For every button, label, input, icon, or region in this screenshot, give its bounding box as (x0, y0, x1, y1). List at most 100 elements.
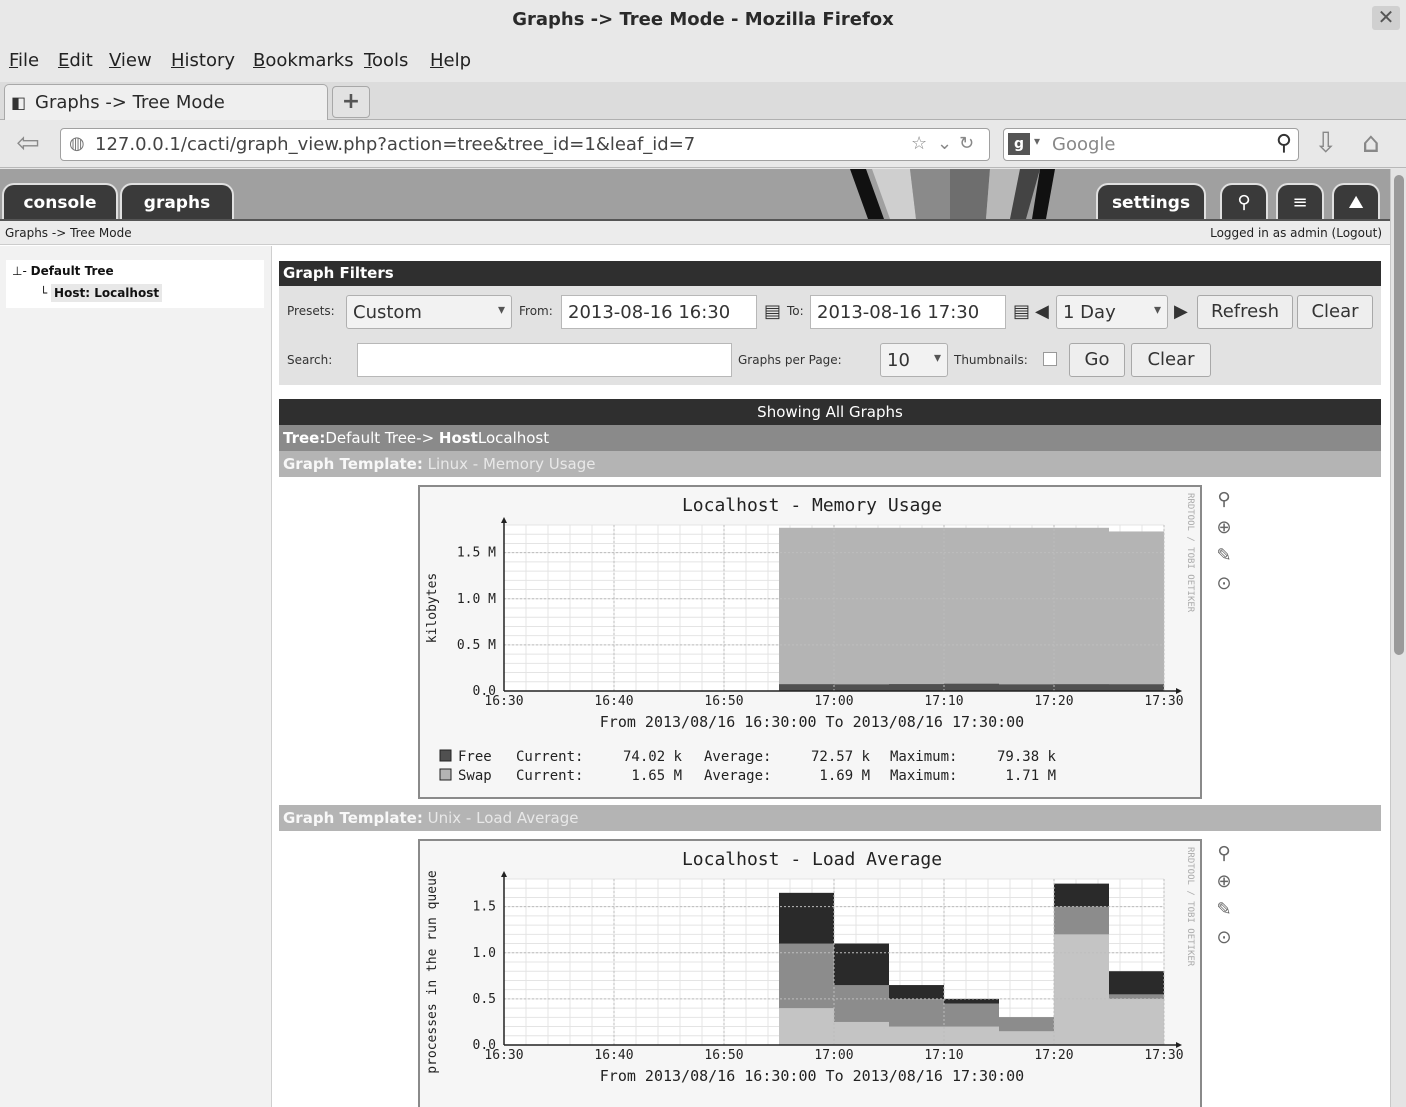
load-bar-segment (1054, 934, 1109, 1045)
page-scrollbar[interactable] (1390, 169, 1406, 1107)
tree-root-label: Default Tree (30, 264, 114, 278)
memory-usage-graph[interactable]: 16:30 16:40 16:50 17:00 17:10 17:20 17:30 0.0 0.… (418, 485, 1202, 799)
legend-name: Free (458, 749, 492, 765)
tree-node-host[interactable]: └ Host: Localhost (40, 284, 163, 302)
url-bar[interactable]: ◍ 127.0.0.1/cacti/graph_view.php?action=… (60, 128, 990, 161)
tab-console[interactable]: console (2, 183, 118, 219)
thumbnails-checkbox[interactable] (1043, 352, 1057, 366)
legend-current_label: Current: (516, 749, 583, 765)
chevron-down-icon: ▾ (1153, 302, 1161, 318)
preview-view-icon[interactable]: ⛰ (1332, 183, 1380, 219)
menu-file[interactable]: File (9, 50, 39, 71)
login-status[interactable]: Logged in as admin (Logout) (1210, 226, 1382, 240)
timespan-value: 1 Day (1063, 302, 1116, 323)
bookmark-star-icon[interactable]: ☆ (911, 133, 927, 154)
load-average-graph[interactable]: 16:30 16:40 16:50 17:00 17:10 17:20 17:30 0.0 0.… (418, 839, 1202, 1107)
engine-dropdown-icon[interactable]: ▾ (1034, 134, 1040, 148)
tree-box: ⊥- Default Tree └ Host: Localhost (6, 260, 264, 308)
free-area-segment (779, 684, 834, 691)
csv-export-icon[interactable]: ⊕ (1212, 871, 1236, 899)
shift-left-icon[interactable]: ◀ (1035, 301, 1049, 322)
downloads-icon[interactable]: ⇩ (1314, 126, 1337, 159)
tree-view-icon[interactable]: ⚲ (1220, 183, 1268, 219)
browser-tab-label: Graphs -> Tree Mode (35, 92, 225, 113)
tab-bar: ◧ Graphs -> Tree Mode + (0, 82, 1406, 120)
home-icon[interactable]: ⌂ (1362, 126, 1380, 159)
x-tick-label: 17:30 (1144, 1048, 1183, 1063)
clear-search-button[interactable]: Clear (1131, 343, 1211, 377)
calendar-icon[interactable]: ▤ (764, 301, 781, 322)
x-tick-label: 17:00 (814, 694, 853, 709)
tab-graphs[interactable]: graphs (120, 183, 234, 219)
to-date-input[interactable]: 2013-08-16 17:30 (810, 295, 1006, 329)
legend-current: 1.65 M (631, 768, 682, 784)
history-dropdown-icon[interactable]: ⌄ (937, 133, 952, 154)
x-tick-label: 16:50 (704, 1048, 743, 1063)
list-view-icon[interactable]: ≡ (1276, 183, 1324, 219)
csv-export-icon[interactable]: ⊕ (1212, 517, 1236, 545)
legend-swatch (439, 749, 452, 762)
legend-maximum_label: Maximum: (890, 749, 957, 765)
breadcrumb[interactable]: Graphs -> Tree Mode (5, 226, 132, 240)
search-label: Search: (287, 353, 333, 367)
free-area-segment (999, 684, 1054, 691)
chevron-down-icon: ▾ (933, 350, 941, 366)
zoom-icon[interactable]: ⚲ (1212, 843, 1236, 871)
rrdtool-watermark: RRDTOOL / TOBI OETIKER (1185, 847, 1195, 967)
menu-edit[interactable]: Edit (58, 50, 93, 71)
y-tick-label: 0.0 (473, 1038, 496, 1053)
clear-button[interactable]: Clear (1297, 295, 1373, 329)
x-tick-label: 16:40 (594, 1048, 633, 1063)
browser-tab[interactable]: ◧ Graphs -> Tree Mode (4, 84, 328, 120)
menu-help[interactable]: Help (430, 50, 471, 71)
presets-select[interactable]: Custom ▾ (346, 295, 512, 329)
menu-history[interactable]: History (171, 50, 235, 71)
timespan-select[interactable]: 1 Day ▾ (1056, 295, 1168, 329)
timespan-icon[interactable]: ⊙ (1212, 573, 1236, 601)
cacti-favicon-icon: ◧ (11, 93, 27, 112)
legend-average: 72.57 k (811, 749, 871, 765)
shift-right-icon[interactable]: ▶ (1174, 301, 1188, 322)
host-prefix: Host (438, 429, 478, 447)
edit-graph-icon[interactable]: ✎ (1212, 899, 1236, 927)
back-arrow-icon[interactable]: ⇦ (8, 128, 48, 160)
chart-title: Localhost - Memory Usage (682, 495, 942, 516)
free-area-segment (1054, 684, 1109, 691)
y-tick-label: 0.5 (473, 992, 496, 1007)
swap-area-segment (1109, 531, 1164, 691)
menu-bar: File Edit View History Bookmarks Tools H… (0, 40, 1406, 82)
google-engine-icon[interactable]: g (1008, 133, 1030, 155)
filters-header: Graph Filters (279, 261, 1381, 286)
graphs-per-page-value: 10 (887, 350, 910, 371)
menu-view[interactable]: View (109, 50, 152, 71)
template-prefix: Graph Template: (283, 455, 423, 473)
timespan-icon[interactable]: ⊙ (1212, 927, 1236, 955)
graphs-per-page-select[interactable]: 10 ▾ (880, 343, 948, 377)
url-text[interactable]: 127.0.0.1/cacti/graph_view.php?action=tr… (95, 134, 695, 155)
search-bar[interactable]: g ▾ Google ⚲ (1003, 128, 1299, 161)
to-label: To: (787, 304, 804, 318)
edit-graph-icon[interactable]: ✎ (1212, 545, 1236, 573)
scrollbar-thumb[interactable] (1394, 175, 1404, 655)
tree-node-root[interactable]: ⊥- Default Tree (12, 264, 114, 278)
tab-settings[interactable]: settings (1096, 183, 1206, 219)
y-axis-arrow (501, 517, 507, 523)
zoom-icon[interactable]: ⚲ (1212, 489, 1236, 517)
free-area-segment (889, 684, 944, 691)
search-input[interactable] (357, 343, 732, 377)
go-button[interactable]: Go (1069, 343, 1125, 377)
from-date-input[interactable]: 2013-08-16 16:30 (561, 295, 757, 329)
legend-name: Swap (458, 768, 492, 784)
new-tab-button[interactable]: + (332, 86, 370, 118)
x-axis-label: From 2013/08/16 16:30:00 To 2013/08/16 1… (600, 713, 1024, 731)
refresh-button[interactable]: Refresh (1197, 295, 1293, 329)
breadcrumb-bar: Graphs -> Tree Mode Logged in as admin (… (0, 219, 1390, 245)
search-icon[interactable]: ⚲ (1276, 131, 1292, 156)
menu-bookmarks[interactable]: Bookmarks (253, 50, 354, 71)
calendar-icon[interactable]: ▤ (1013, 301, 1030, 322)
load-bar-segment (999, 1031, 1054, 1045)
menu-tools[interactable]: Tools (364, 50, 408, 71)
close-icon[interactable]: ✕ (1372, 6, 1400, 30)
reload-icon[interactable]: ↻ (959, 133, 974, 154)
header-decoration (850, 169, 1055, 219)
